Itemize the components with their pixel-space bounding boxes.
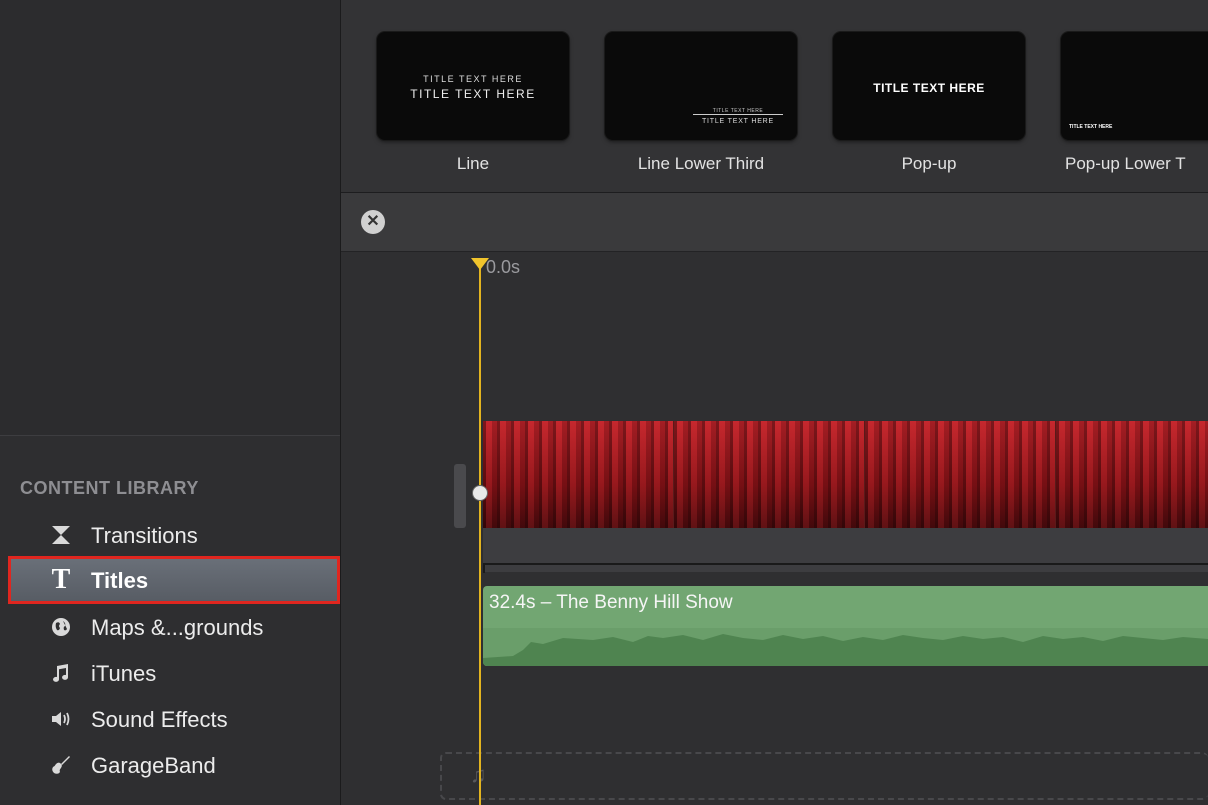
video-frame (1056, 421, 1208, 528)
audio-connector-line (483, 563, 1208, 573)
title-thumbnail-line-lower-third[interactable]: TITLE TEXT HERE TITLE TEXT HERE (605, 32, 797, 140)
thumbnail-caption: Pop-up Lower T (1065, 154, 1186, 173)
sidebar-item-label: GarageBand (91, 753, 216, 778)
sidebar-item-label: Sound Effects (91, 707, 228, 732)
sidebar: CONTENT LIBRARY Transitions T Titles Map… (0, 0, 341, 805)
preview-text: TITLE TEXT HERE (423, 74, 523, 84)
video-frame (865, 421, 1056, 528)
audio-drop-zone[interactable] (440, 752, 1208, 800)
sidebar-divider (0, 435, 340, 436)
preview-text: TITLE TEXT HERE (1069, 124, 1113, 130)
preview-text: TITLE TEXT HERE (873, 81, 985, 95)
sidebar-item-maps-backgrounds[interactable]: Maps &...grounds (10, 605, 338, 649)
music-note-icon (50, 662, 72, 684)
sidebar-item-label: Titles (91, 568, 149, 593)
title-thumbnail-line[interactable]: TITLE TEXT HERE TITLE TEXT HERE (377, 32, 569, 140)
title-thumbnail-pop-up[interactable]: TITLE TEXT HERE (833, 32, 1025, 140)
clip-trim-handle[interactable] (454, 464, 466, 528)
title-thumbnail-pop-up-lower-third[interactable]: TITLE TEXT HERE (1061, 32, 1208, 140)
sidebar-item-titles[interactable]: T Titles (8, 556, 340, 604)
playhead[interactable] (479, 258, 481, 805)
preview-text: TITLE TEXT HERE (410, 87, 536, 101)
sidebar-item-label: Transitions (91, 523, 198, 548)
audio-clip[interactable]: 32.4s – The Benny Hill Show (483, 586, 1208, 666)
preview-text: TITLE TEXT HERE (693, 108, 783, 115)
video-clip[interactable] (483, 421, 1208, 528)
timeline-toolbar: ✕ (341, 193, 1208, 252)
speaker-icon (50, 708, 72, 730)
globe-icon (50, 616, 72, 638)
audio-clip-label: 32.4s – The Benny Hill Show (489, 592, 733, 613)
audio-waveform (483, 628, 1208, 666)
preview-text: TITLE TEXT HERE (701, 118, 775, 125)
sidebar-empty-area (0, 0, 340, 435)
thumbnail-caption: Line (456, 154, 490, 173)
video-frame (674, 421, 865, 528)
thumbnail-caption: Line Lower Third (637, 154, 765, 173)
sidebar-item-garageband[interactable]: GarageBand (10, 743, 338, 787)
close-circle-icon[interactable]: ✕ (361, 210, 385, 234)
skimmer-dot[interactable] (472, 485, 488, 501)
thumbnail-caption: Pop-up (901, 154, 957, 173)
sidebar-item-label: iTunes (91, 661, 157, 686)
content-library-header: CONTENT LIBRARY (20, 478, 199, 498)
video-frame (483, 421, 674, 528)
playhead-time: 0.0s (486, 257, 521, 277)
transitions-icon (50, 524, 72, 546)
sidebar-item-transitions[interactable]: Transitions (10, 513, 338, 557)
guitar-icon (50, 754, 72, 776)
title-t-icon: T (51, 564, 71, 595)
sidebar-item-itunes[interactable]: iTunes (10, 651, 338, 695)
sidebar-item-label: Maps &...grounds (91, 615, 264, 640)
sidebar-item-sound-effects[interactable]: Sound Effects (10, 697, 338, 741)
